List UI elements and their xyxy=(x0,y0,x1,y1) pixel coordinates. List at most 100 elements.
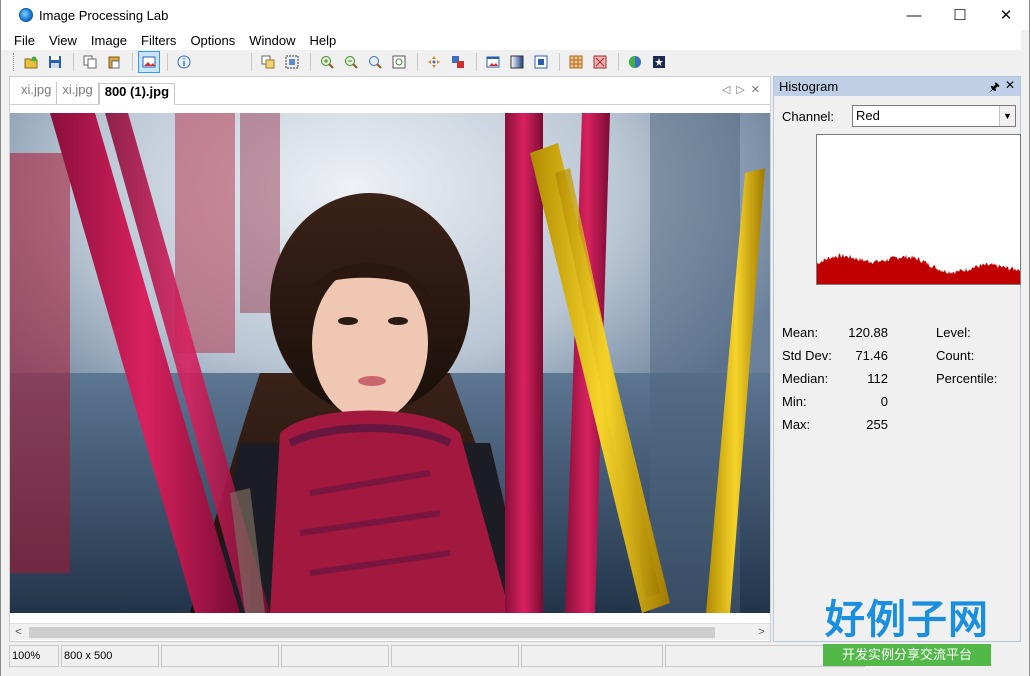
zoom-out-icon[interactable] xyxy=(340,51,362,73)
resize-icon[interactable] xyxy=(447,51,469,73)
histogram-plot xyxy=(817,253,1020,284)
stat-value: 255 xyxy=(866,417,888,432)
status-zoom: 100% xyxy=(9,645,59,667)
stat-label-percentile: Percentile: xyxy=(936,371,998,386)
menu-help[interactable]: Help xyxy=(303,33,344,48)
stat-label-count: Count: xyxy=(936,348,975,363)
toolbar-separator xyxy=(132,53,133,71)
tab-xi-jpg-2[interactable]: xi.jpg xyxy=(57,82,99,104)
close-button[interactable]: ✕ xyxy=(983,0,1029,30)
image-view-icon[interactable] xyxy=(138,51,160,73)
tab-prev-icon[interactable]: ◁ xyxy=(722,83,730,96)
histogram-panel: Histogram 🖈 ✕ Channel: Red ▼ Mean: 120.8… xyxy=(773,76,1021,642)
toolbar-separator xyxy=(559,53,560,71)
stat-label: Std Dev: xyxy=(782,348,832,363)
stat-value: 0 xyxy=(880,394,888,409)
copy-icon[interactable] xyxy=(79,51,101,73)
toolbar-separator xyxy=(167,53,168,71)
color-icon[interactable] xyxy=(624,51,646,73)
move-icon[interactable] xyxy=(423,51,445,73)
brand-sub: 开发实例分享交流平台 xyxy=(823,644,991,666)
stat-label: Mean: xyxy=(782,325,819,340)
tab-800-1-jpg[interactable]: 800 (1).jpg xyxy=(98,83,176,105)
stat-row-max: Max: 255 xyxy=(782,413,1017,436)
open-icon[interactable] xyxy=(20,51,42,73)
app-icon xyxy=(19,8,33,22)
zoom-in-icon[interactable] xyxy=(316,51,338,73)
channel-row: Channel: Red ▼ xyxy=(782,105,1016,127)
stat-row-mean: Mean: 120.88 Level: xyxy=(782,321,1017,344)
histogram-header: Histogram 🖈 ✕ xyxy=(774,77,1020,96)
status-cell xyxy=(281,645,389,667)
document-tabs: xi.jpg xi.jpg 800 (1).jpg ◁ ▷ ✕ xyxy=(10,77,770,105)
toolbar-grip[interactable] xyxy=(13,53,16,71)
stat-label: Max: xyxy=(782,417,811,432)
stat-label-level: Level: xyxy=(936,325,971,340)
brand-logo: 好例子网 开发实例分享交流平台 xyxy=(823,598,991,668)
zoom-actual-icon[interactable] xyxy=(364,51,386,73)
menu-options[interactable]: Options xyxy=(183,33,242,48)
effects-icon[interactable] xyxy=(648,51,670,73)
tab-close-icon[interactable]: ✕ xyxy=(751,83,760,96)
info-icon[interactable] xyxy=(173,51,195,73)
status-cell xyxy=(161,645,279,667)
image-canvas[interactable] xyxy=(10,113,770,613)
menu-view[interactable]: View xyxy=(42,33,84,48)
histogram-title: Histogram xyxy=(779,79,839,94)
toolbar-separator xyxy=(251,53,252,71)
scroll-left-icon[interactable]: < xyxy=(10,624,27,641)
channel-select[interactable]: Red ▼ xyxy=(852,105,1016,127)
stat-value: 112 xyxy=(867,371,888,386)
toolbar-separator xyxy=(310,53,311,71)
app-window: Image Processing Lab — ☐ ✕ File View Ima… xyxy=(0,0,1030,676)
scroll-right-icon[interactable]: > xyxy=(753,624,770,641)
histogram-close-icon[interactable]: ✕ xyxy=(1005,78,1015,92)
pin-icon[interactable]: 🖈 xyxy=(989,78,1000,99)
horizontal-scrollbar[interactable]: < > xyxy=(10,623,770,640)
stat-value: 71.46 xyxy=(855,348,888,363)
maximize-button[interactable]: ☐ xyxy=(937,0,983,30)
histogram-stats: Mean: 120.88 Level: Std Dev: 71.46 Count… xyxy=(782,321,1017,436)
grid-icon[interactable] xyxy=(565,51,587,73)
brand-main: 好例子网 xyxy=(825,597,989,643)
minimize-button[interactable]: — xyxy=(891,0,937,30)
stat-row-min: Min: 0 xyxy=(782,390,1017,413)
channel-value: Red xyxy=(856,108,880,123)
chevron-down-icon[interactable]: ▼ xyxy=(999,106,1015,126)
toolbar-separator xyxy=(618,53,619,71)
title-bar: Image Processing Lab — ☐ ✕ xyxy=(1,0,1029,30)
stat-label: Median: xyxy=(782,371,829,386)
stat-row-median: Median: 112 Percentile: xyxy=(782,367,1017,390)
menu-image[interactable]: Image xyxy=(84,33,134,48)
photo-image xyxy=(10,113,770,613)
histogram-chart xyxy=(816,134,1021,285)
scroll-track[interactable] xyxy=(27,625,753,639)
zoom-fit-icon[interactable] xyxy=(388,51,410,73)
save-icon[interactable] xyxy=(44,51,66,73)
filter-icon[interactable] xyxy=(589,51,611,73)
menu-filters[interactable]: Filters xyxy=(134,33,183,48)
document-area: xi.jpg xi.jpg 800 (1).jpg ◁ ▷ ✕ < > xyxy=(9,76,771,642)
toolbar-separator xyxy=(417,53,418,71)
scroll-thumb[interactable] xyxy=(29,626,715,638)
image-window-icon[interactable] xyxy=(482,51,504,73)
menu-bar: File View Image Filters Options Window H… xyxy=(1,30,1021,50)
histogram-fill xyxy=(817,253,1020,284)
menu-file[interactable]: File xyxy=(7,33,42,48)
clone-icon[interactable] xyxy=(257,51,279,73)
tab-xi-jpg[interactable]: xi.jpg xyxy=(16,82,58,104)
stat-value: 120.88 xyxy=(848,325,888,340)
paste-icon[interactable] xyxy=(103,51,125,73)
status-cell xyxy=(391,645,519,667)
stat-label: Min: xyxy=(782,394,807,409)
window-title: Image Processing Lab xyxy=(39,7,169,23)
menu-window[interactable]: Window xyxy=(242,33,302,48)
status-image-size: 800 x 500 xyxy=(61,645,159,667)
tab-next-icon[interactable]: ▷ xyxy=(736,83,744,96)
channel-label: Channel: xyxy=(782,108,835,124)
frame-icon[interactable] xyxy=(530,51,552,73)
gradient-icon[interactable] xyxy=(506,51,528,73)
select-icon[interactable] xyxy=(281,51,303,73)
toolbar-separator xyxy=(476,53,477,71)
toolbar xyxy=(9,50,1021,74)
